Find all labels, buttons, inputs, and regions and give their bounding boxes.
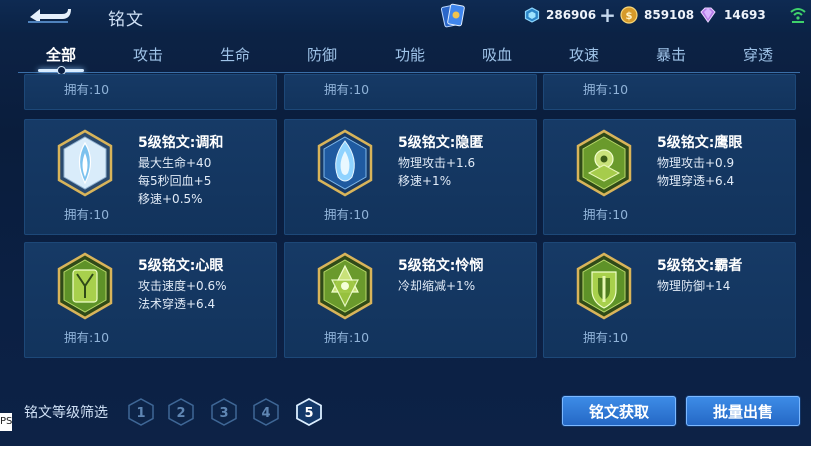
inscription-name: 5级铭文:霸者 xyxy=(657,258,743,274)
owned-count: 拥有:10 xyxy=(583,82,629,97)
gold-coin-icon: $ xyxy=(620,6,638,24)
mind-eye-green-emblem-icon xyxy=(57,252,113,320)
page-title: 铭文 xyxy=(108,10,144,30)
inscription-name: 5级铭文:隐匿 xyxy=(398,135,484,151)
inscription-card-partial[interactable]: 拥有:10 xyxy=(284,74,537,110)
edge-text: PS xyxy=(0,413,12,431)
tab-defense[interactable]: 防御 xyxy=(307,44,337,65)
right-edge-margin xyxy=(811,0,819,449)
owned-count: 拥有:10 xyxy=(64,207,110,222)
stat-line: 物理防御+14 xyxy=(657,279,731,293)
stat-line: 法术穿透+6.4 xyxy=(138,297,216,311)
owned-count: 拥有:10 xyxy=(324,207,370,222)
gem-coupon-icon xyxy=(524,7,540,23)
inscription-cards-icon[interactable] xyxy=(440,2,466,30)
stat-line: 攻击速度+0.6% xyxy=(138,279,227,293)
level-filter-1[interactable]: 1 xyxy=(128,398,154,426)
gem-coupon-counter: 286906 + xyxy=(524,5,616,25)
tab-penetration[interactable]: 穿透 xyxy=(743,44,773,65)
stat-line: 移速+1% xyxy=(398,174,452,188)
inscription-card-mercy[interactable]: 5级铭文:怜悯 冷却缩减+1% 拥有:10 xyxy=(284,242,537,358)
level-filter-5[interactable]: 5 xyxy=(296,398,322,426)
level-filter-4[interactable]: 4 xyxy=(253,398,279,426)
stat-line: 最大生命+40 xyxy=(138,156,212,170)
tab-attack-speed[interactable]: 攻速 xyxy=(569,44,599,65)
inscription-stats: 物理攻击+1.6 移速+1% xyxy=(398,154,475,190)
gold-value: 859108 xyxy=(644,8,695,22)
overlord-green-emblem-icon xyxy=(576,252,632,320)
wifi-signal-icon xyxy=(790,8,806,23)
inscription-card-hawkeye[interactable]: 5级铭文:鹰眼 物理攻击+0.9 物理穿透+6.4 拥有:10 xyxy=(543,119,796,235)
inscription-stats: 物理防御+14 xyxy=(657,277,730,295)
stat-line: 物理攻击+1.6 xyxy=(398,156,476,170)
inscription-stats: 最大生命+40 每5秒回血+5 移速+0.5% xyxy=(138,154,211,208)
bulk-sell-button[interactable]: 批量出售 xyxy=(686,396,800,426)
level-filter-label: 铭文等级筛选 xyxy=(24,405,108,421)
add-currency-button[interactable]: + xyxy=(599,5,616,25)
top-bar: 铭文 286906 + $ 859108 14693 xyxy=(0,0,811,32)
gem-coupon-value: 286906 xyxy=(546,8,597,22)
svg-text:5: 5 xyxy=(304,406,313,421)
tab-all[interactable]: 全部 xyxy=(46,44,76,65)
harmony-blue-emblem-icon xyxy=(57,129,113,197)
owned-count: 拥有:10 xyxy=(583,207,629,222)
inscription-name: 5级铭文:调和 xyxy=(138,135,224,151)
diamond-counter: 14693 xyxy=(698,6,766,24)
svg-text:4: 4 xyxy=(261,406,270,421)
back-arrow-icon[interactable] xyxy=(24,3,74,25)
inscription-name: 5级铭文:怜悯 xyxy=(398,258,484,274)
stat-line: 物理穿透+6.4 xyxy=(657,174,735,188)
stat-line: 移速+0.5% xyxy=(138,192,203,206)
svg-text:$: $ xyxy=(626,11,633,22)
gold-counter: $ 859108 xyxy=(620,6,694,24)
inscription-name: 5级铭文:心眼 xyxy=(138,258,224,274)
category-tabs: 全部 攻击 生命 防御 功能 吸血 攻速 暴击 穿透 xyxy=(0,38,811,74)
tab-health[interactable]: 生命 xyxy=(220,44,250,65)
inscription-stats: 物理攻击+0.9 物理穿透+6.4 xyxy=(657,154,734,190)
diamond-icon xyxy=(700,7,716,23)
stat-line: 物理攻击+0.9 xyxy=(657,156,735,170)
tab-utility[interactable]: 功能 xyxy=(395,44,425,65)
inscription-card-overlord[interactable]: 5级铭文:霸者 物理防御+14 拥有:10 xyxy=(543,242,796,358)
level-filter-2[interactable]: 2 xyxy=(168,398,194,426)
inscription-stats: 攻击速度+0.6% 法术穿透+6.4 xyxy=(138,277,227,313)
svg-text:1: 1 xyxy=(136,406,145,421)
diamond-value: 14693 xyxy=(724,8,766,22)
inscription-card-partial[interactable]: 拥有:10 xyxy=(543,74,796,110)
inscription-screen: 铭文 286906 + $ 859108 14693 全部 攻击 生命 防御 功… xyxy=(0,0,811,446)
owned-count: 拥有:10 xyxy=(324,330,370,345)
inscription-card-harmony[interactable]: 5级铭文:调和 最大生命+40 每5秒回血+5 移速+0.5% 拥有:10 xyxy=(24,119,277,235)
owned-count: 拥有:10 xyxy=(324,82,370,97)
inscription-card-mind-eye[interactable]: 5级铭文:心眼 攻击速度+0.6% 法术穿透+6.4 拥有:10 xyxy=(24,242,277,358)
mercy-green-emblem-icon xyxy=(317,252,373,320)
stat-line: 每5秒回血+5 xyxy=(138,174,212,188)
svg-text:2: 2 xyxy=(176,406,185,421)
inscription-stats: 冷却缩减+1% xyxy=(398,277,475,295)
inscription-acquire-button[interactable]: 铭文获取 xyxy=(562,396,676,426)
svg-text:3: 3 xyxy=(219,406,228,421)
stat-line: 冷却缩减+1% xyxy=(398,279,476,293)
owned-count: 拥有:10 xyxy=(64,330,110,345)
tab-divider xyxy=(18,72,800,73)
inscription-name: 5级铭文:鹰眼 xyxy=(657,135,743,151)
tab-lifesteal[interactable]: 吸血 xyxy=(482,44,512,65)
stealth-blue-emblem-icon xyxy=(317,129,373,197)
tab-attack[interactable]: 攻击 xyxy=(133,44,163,65)
inscription-card-stealth[interactable]: 5级铭文:隐匿 物理攻击+1.6 移速+1% 拥有:10 xyxy=(284,119,537,235)
owned-count: 拥有:10 xyxy=(583,330,629,345)
hawkeye-green-emblem-icon xyxy=(576,129,632,197)
owned-count: 拥有:10 xyxy=(64,82,110,97)
level-filter-3[interactable]: 3 xyxy=(211,398,237,426)
inscription-card-partial[interactable]: 拥有:10 xyxy=(24,74,277,110)
tab-critical[interactable]: 暴击 xyxy=(656,44,686,65)
